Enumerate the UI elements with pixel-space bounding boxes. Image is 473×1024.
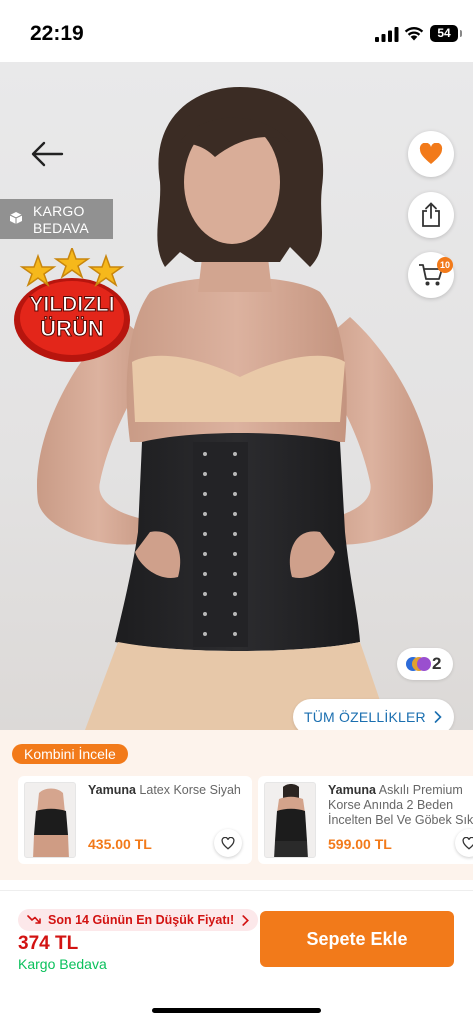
combine-product-card[interactable]: Yamuna Latex Korse Siyah 435.00 TL — [18, 776, 252, 864]
color-variants-button[interactable]: 2 — [397, 648, 453, 680]
product-price: 374 TL — [18, 933, 79, 954]
combine-title: Kombini İncele — [12, 744, 128, 764]
status-time: 22:19 — [30, 22, 84, 45]
add-to-cart-button[interactable]: Sepete Ekle — [260, 911, 454, 967]
status-bar: 22:19 54 — [0, 0, 473, 62]
heart-outline-icon — [462, 836, 473, 850]
share-icon — [422, 202, 440, 227]
favorite-button[interactable] — [455, 829, 473, 857]
home-indicator[interactable] — [152, 1008, 321, 1013]
chevron-right-icon — [242, 915, 250, 926]
shipping-info: Kargo Bedava — [18, 956, 107, 972]
bottom-purchase-bar: Son 14 Günün En Düşük Fiyatı! 374 TL Kar… — [0, 890, 473, 1024]
cart-count-badge: 10 — [437, 257, 453, 273]
free-shipping-badge: KARGO BEDAVA — [0, 199, 113, 239]
color-swatch-icon — [417, 657, 431, 671]
product-thumbnail — [24, 782, 76, 858]
all-features-button[interactable]: TÜM ÖZELLİKLER — [293, 699, 454, 730]
product-name: Yamuna Latex Korse Siyah — [88, 783, 241, 797]
lowest-price-label: Son 14 Günün En Düşük Fiyatı! — [48, 913, 235, 927]
all-features-label: TÜM ÖZELLİKLER — [304, 709, 426, 725]
lowest-price-badge[interactable]: Son 14 Günün En Düşük Fiyatı! — [18, 909, 259, 931]
starred-product-badge: YILDIZLI ÜRÜN — [14, 248, 130, 362]
trend-down-icon — [27, 915, 41, 924]
product-image-gallery[interactable]: 10 KARGO BEDAVA YILDIZLI ÜRÜN 2 TÜM ÖZEL… — [0, 62, 473, 730]
color-count: 2 — [432, 654, 442, 673]
combine-section: Kombini İncele Yamuna Latex Korse Siyah … — [0, 730, 473, 880]
wifi-icon — [404, 26, 424, 41]
back-arrow-icon[interactable] — [30, 140, 64, 168]
favorite-button[interactable] — [408, 131, 454, 177]
cart-button[interactable]: 10 — [408, 252, 454, 298]
free-shipping-line1: KARGO — [33, 203, 85, 219]
chevron-right-icon — [434, 711, 442, 723]
favorite-button[interactable] — [214, 829, 242, 857]
battery-indicator: 54 — [430, 25, 462, 42]
package-icon — [9, 212, 23, 224]
cellular-signal-icon — [375, 27, 399, 42]
product-price: 599.00 TL — [328, 836, 392, 852]
heart-icon — [419, 143, 443, 164]
starred-badge-line1: YILDIZLI — [29, 293, 114, 316]
starred-badge-line2: ÜRÜN — [40, 316, 104, 341]
product-name: Yamuna Askılı Premium Korse Anında 2 Bed… — [328, 783, 473, 827]
product-photo — [36, 87, 434, 730]
combine-product-card[interactable]: Yamuna Askılı Premium Korse Anında 2 Bed… — [258, 776, 473, 864]
product-detail-page: 22:19 54 10 KARGO BEDAVA YILDIZLI ÜRÜN 2… — [0, 0, 473, 1024]
heart-outline-icon — [221, 836, 235, 850]
product-price: 435.00 TL — [88, 836, 152, 852]
free-shipping-line2: BEDAVA — [33, 220, 89, 236]
share-button[interactable] — [408, 192, 454, 238]
product-thumbnail — [264, 782, 316, 858]
